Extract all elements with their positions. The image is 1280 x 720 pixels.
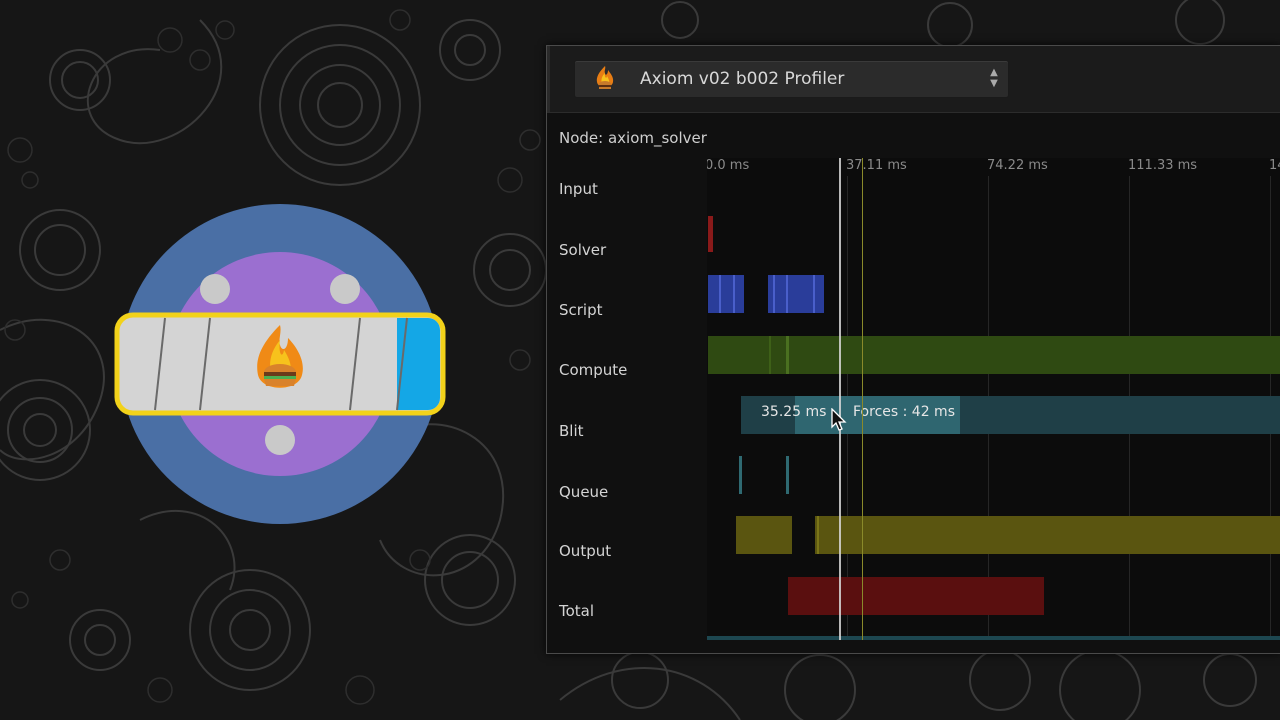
input-bar[interactable] [708,216,713,252]
solver-bar-tick [773,275,775,313]
profiler-selector[interactable]: Axiom v02 b002 Profiler ▲ ▼ [574,60,1009,98]
updown-arrows-icon: ▲ ▼ [990,67,998,89]
row-label-script: Script [559,301,603,319]
compute-time-label: 35.25 ms [761,404,827,420]
solver-bar[interactable] [768,275,824,313]
logo-bolt [330,274,360,304]
logo-bolt [200,274,230,304]
tick-label: 74.22 ms [987,158,1048,173]
tick-label: 111.33 ms [1128,158,1198,173]
queue-bar[interactable] [815,516,1280,554]
solver-bar-tick [813,275,815,313]
panel-grip[interactable] [547,46,550,112]
row-label-solver: Solver [559,241,607,259]
solver-bar[interactable] [708,275,744,313]
tick-label: 37.11 ms [846,158,907,173]
time-marker[interactable] [839,158,841,640]
profiler-panel: Axiom v02 b002 Profiler ▲ ▼ Node: axiom_s… [546,45,1280,654]
script-bar-tick [786,336,789,374]
solver-bar-tick [786,275,788,313]
profiler-timeline[interactable]: 0.0 ms 37.11 ms 74.22 ms 111.33 ms 14 35… [707,158,1280,640]
compute-tooltip: Forces : 42 ms [853,404,955,420]
total-bar[interactable] [707,636,1280,640]
queue-bar[interactable] [736,516,792,554]
node-label-text: Node: axiom_solver [559,129,707,147]
solver-bar-tick [719,275,721,313]
flaming-burger-icon [596,66,614,89]
script-bar[interactable] [708,336,1280,374]
profiler-header: Axiom v02 b002 Profiler ▲ ▼ [547,46,1280,113]
blit-bar[interactable] [739,456,742,494]
solver-bar-tick [733,275,735,313]
frame-marker [862,158,863,640]
logo-bolt [265,425,295,455]
axiom-logo [114,204,446,524]
row-label-compute: Compute [559,361,628,379]
row-label-queue: Queue [559,483,609,501]
profiler-title: Axiom v02 b002 Profiler [640,69,845,89]
row-label-output: Output [559,542,612,560]
blit-bar[interactable] [786,456,789,494]
row-label-input: Input [559,180,598,198]
node-label: Node: axiom_solver [559,129,707,147]
tick-label: 0.0 ms [707,158,750,173]
queue-bar-tick [817,516,819,554]
script-bar-tick [769,336,771,374]
mouse-pointer-icon [831,408,847,431]
row-label-total: Total [559,602,595,620]
output-bar[interactable] [788,577,1044,615]
tick-label: 14 [1269,158,1280,173]
row-label-blit: Blit [559,422,584,440]
